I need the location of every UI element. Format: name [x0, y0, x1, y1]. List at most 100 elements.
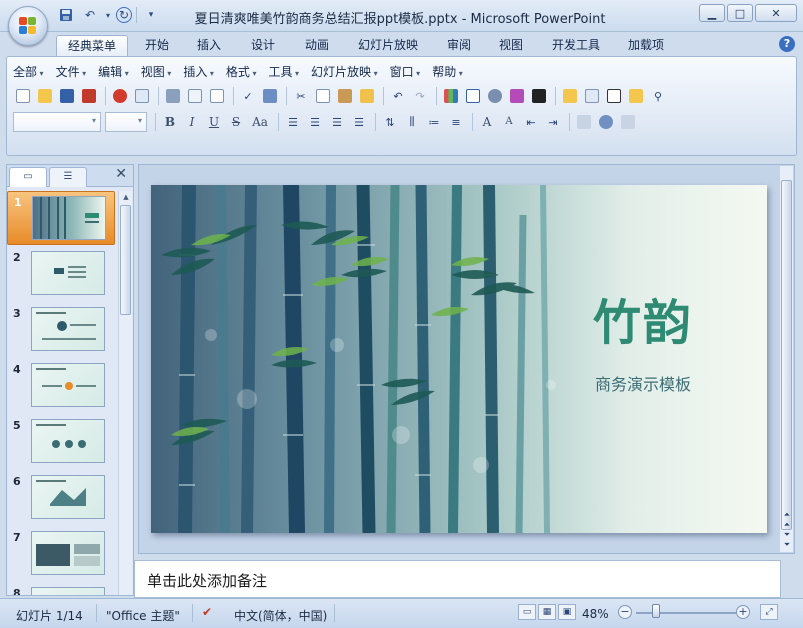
font-size-combo[interactable]: [105, 112, 147, 132]
slide-scrollbar[interactable]: ⏶ ⏶ ⏷ ⏷: [779, 166, 793, 552]
text-direction-icon[interactable]: ⇅: [380, 112, 400, 132]
slide-thumbnail[interactable]: 5: [7, 415, 115, 469]
attach-icon[interactable]: [132, 86, 152, 106]
menu-all[interactable]: 全部: [13, 63, 44, 81]
slideshow-view-icon[interactable]: ▣: [558, 604, 576, 620]
slide-subtitle[interactable]: 商务演示模板: [575, 371, 711, 395]
slide-nav-icons[interactable]: ⏶ ⏶ ⏷ ⏷: [781, 510, 793, 550]
shadow-button[interactable]: S: [226, 112, 246, 132]
find-icon[interactable]: ⚲: [648, 86, 668, 106]
research-icon[interactable]: [260, 86, 280, 106]
color-icon[interactable]: [529, 86, 549, 106]
pdf-icon[interactable]: [110, 86, 130, 106]
menu-file[interactable]: 文件: [56, 63, 87, 81]
save-icon[interactable]: [56, 6, 76, 24]
slide-title[interactable]: 竹韵: [575, 283, 711, 353]
menu-tools[interactable]: 工具: [268, 63, 299, 81]
undo-icon[interactable]: ↶: [80, 6, 100, 24]
menu-window[interactable]: 窗口: [390, 63, 421, 81]
scroll-up-icon[interactable]: ▲: [120, 191, 132, 203]
minimize-button[interactable]: ▁: [699, 4, 725, 22]
help-icon[interactable]: ?: [779, 36, 795, 52]
slide-thumbnail[interactable]: 1: [7, 191, 115, 245]
spelling-icon[interactable]: ✓: [238, 86, 258, 106]
align-left-icon[interactable]: ☰: [283, 112, 303, 132]
print-preview-icon[interactable]: [185, 86, 205, 106]
office-button[interactable]: [8, 6, 48, 46]
change-case-button[interactable]: Aa: [248, 112, 272, 132]
slide-thumbnail[interactable]: 2: [7, 247, 115, 301]
underline-button[interactable]: U: [204, 112, 224, 132]
cut-icon[interactable]: ✂: [291, 86, 311, 106]
shapes-icon[interactable]: [596, 112, 616, 132]
slide-thumbnail[interactable]: 6: [7, 471, 115, 525]
menu-edit[interactable]: 编辑: [98, 63, 129, 81]
slide-thumbnail[interactable]: 4: [7, 359, 115, 413]
layout-icon[interactable]: [582, 86, 602, 106]
slide-thumbnail[interactable]: 7: [7, 527, 115, 581]
close-button[interactable]: ✕: [755, 4, 797, 22]
font-shrink-button[interactable]: A: [499, 112, 519, 132]
tab-design[interactable]: 设计: [242, 35, 284, 56]
tab-slideshow[interactable]: 幻灯片放映: [350, 35, 426, 56]
undo-dropdown-icon[interactable]: ▾: [104, 6, 112, 24]
tab-classic-menu[interactable]: 经典菜单: [56, 35, 128, 56]
customize-qat-icon[interactable]: ▾: [141, 6, 161, 24]
table-icon[interactable]: [463, 86, 483, 106]
tab-animations[interactable]: 动画: [296, 35, 338, 56]
redo-icon[interactable]: ↻: [116, 7, 132, 23]
notes-pane[interactable]: 单击此处添加备注: [134, 560, 781, 598]
menu-format[interactable]: 格式: [226, 63, 257, 81]
increase-indent-icon[interactable]: ⇥: [543, 112, 563, 132]
open-icon[interactable]: [35, 86, 55, 106]
slide-thumbnail[interactable]: 3: [7, 303, 115, 357]
zoom-in-icon[interactable]: +: [736, 605, 750, 619]
tab-developer[interactable]: 开发工具: [544, 35, 608, 56]
tab-insert[interactable]: 插入: [188, 35, 230, 56]
tab-view[interactable]: 视图: [490, 35, 532, 56]
fit-to-window-icon[interactable]: ⤢: [760, 604, 778, 620]
italic-button[interactable]: I: [182, 112, 202, 132]
clipart-icon[interactable]: [507, 86, 527, 106]
normal-view-icon[interactable]: ▭: [518, 604, 536, 620]
format-painter-icon[interactable]: [357, 86, 377, 106]
tab-addins[interactable]: 加载项: [620, 35, 672, 56]
chart-icon[interactable]: [441, 86, 461, 106]
spellcheck-icon[interactable]: ✔: [202, 605, 212, 619]
font-grow-button[interactable]: A: [477, 112, 497, 132]
textbox-icon[interactable]: [604, 86, 624, 106]
tab-home[interactable]: 开始: [136, 35, 178, 56]
copy-icon[interactable]: [313, 86, 333, 106]
font-name-combo[interactable]: [13, 112, 101, 132]
close-pane-icon[interactable]: ✕: [115, 166, 127, 182]
align-center-icon[interactable]: ☰: [305, 112, 325, 132]
scroll-thumb[interactable]: [120, 205, 131, 315]
arrange-icon[interactable]: [574, 112, 594, 132]
save-toolbar-icon[interactable]: [57, 86, 77, 106]
page-view-icon[interactable]: [207, 86, 227, 106]
align-right-icon[interactable]: ☰: [327, 112, 347, 132]
slide-thumbnail[interactable]: 8: [7, 583, 115, 595]
bold-button[interactable]: B: [160, 112, 180, 132]
shape-fill-icon[interactable]: [618, 112, 638, 132]
slide-scroll-thumb[interactable]: [781, 180, 792, 530]
justify-icon[interactable]: ☰: [349, 112, 369, 132]
decrease-indent-icon[interactable]: ⇤: [521, 112, 541, 132]
numbered-list-icon[interactable]: ≔: [424, 112, 444, 132]
menu-insert[interactable]: 插入: [183, 63, 214, 81]
thumbnail-scrollbar[interactable]: ▲: [118, 191, 132, 595]
tab-outline-icon[interactable]: ☰: [49, 167, 87, 187]
redo-toolbar-icon[interactable]: ↷: [410, 86, 430, 106]
permission-icon[interactable]: [79, 86, 99, 106]
zoom-slider-knob[interactable]: [652, 604, 660, 618]
slide-sorter-icon[interactable]: ▦: [538, 604, 556, 620]
menu-slideshow[interactable]: 幻灯片放映: [311, 63, 378, 81]
menu-view[interactable]: 视图: [141, 63, 172, 81]
maximize-button[interactable]: □: [727, 4, 753, 22]
menu-help[interactable]: 帮助: [432, 63, 463, 81]
tab-slides-icon[interactable]: ▭: [9, 167, 47, 187]
slide-canvas[interactable]: 竹韵 商务演示模板: [151, 185, 767, 533]
tab-review[interactable]: 审阅: [438, 35, 480, 56]
print-icon[interactable]: [163, 86, 183, 106]
paste-icon[interactable]: [335, 86, 355, 106]
